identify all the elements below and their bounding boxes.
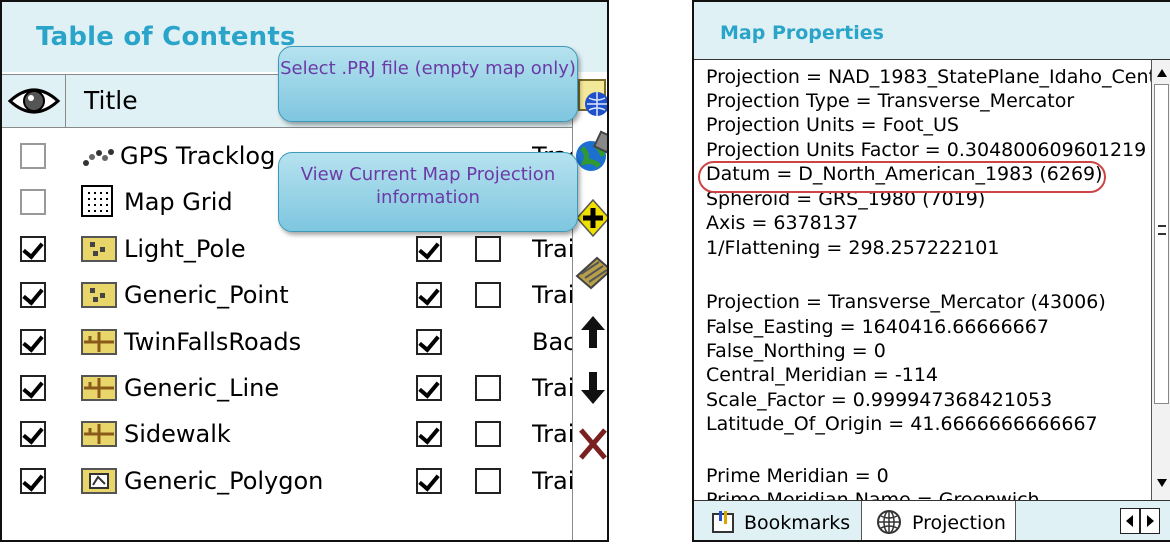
layer-selectable-checkbox[interactable] <box>416 282 442 308</box>
toc-title: Table of Contents <box>36 22 296 52</box>
projection-info-text: Projection = NAD_1983_StatePlane_Idaho_C… <box>694 59 1151 501</box>
projection-info-line: False_Easting = 1640416.66666667 <box>706 316 1049 338</box>
layer-name: Generic_Line <box>124 374 280 402</box>
layer-name: Map Grid <box>124 188 233 216</box>
layer-editable-checkbox[interactable] <box>475 421 501 447</box>
layer-selectable-checkbox[interactable] <box>416 421 442 447</box>
layer-visibility-checkbox[interactable] <box>20 236 46 262</box>
layer-selectable-checkbox[interactable] <box>416 375 442 401</box>
vertical-scrollbar[interactable] <box>1151 59 1170 501</box>
layer-editable-checkbox[interactable] <box>475 468 501 494</box>
projection-info-line: False_Northing = 0 <box>706 340 886 362</box>
line-layer-icon <box>81 421 117 447</box>
remove-layer-icon[interactable] <box>577 424 609 464</box>
layer-visibility-checkbox[interactable] <box>20 143 46 169</box>
layer-row-sidewalk[interactable]: Sidewalk Train <box>2 410 572 458</box>
layer-name: TwinFallsRoads <box>124 328 302 356</box>
layer-row-light-pole[interactable]: Light_Pole Train <box>2 225 572 273</box>
layer-editable-checkbox[interactable] <box>475 375 501 401</box>
line-layer-icon <box>81 375 117 401</box>
layer-visibility-checkbox[interactable] <box>20 329 46 355</box>
layer-type: Train <box>532 281 572 309</box>
add-layer-icon[interactable] <box>575 198 609 238</box>
scrollbar-thumb[interactable] <box>1154 84 1169 404</box>
chevron-right-icon <box>1147 515 1154 527</box>
map-properties-title: Map Properties <box>720 22 884 44</box>
layer-name: Light_Pole <box>124 235 246 263</box>
projection-info-line: Axis = 6378137 <box>706 212 859 234</box>
layer-visibility-checkbox[interactable] <box>20 189 46 215</box>
move-up-icon[interactable] <box>579 314 607 350</box>
polygon-layer-icon <box>81 468 117 494</box>
projection-info-line: Projection = NAD_1983_StatePlane_Idaho_C… <box>706 66 1151 88</box>
layer-name: GPS Tracklog <box>120 142 276 170</box>
line-layer-icon <box>81 329 117 355</box>
tab-projection[interactable]: Projection <box>862 501 1016 540</box>
tab-label: Bookmarks <box>744 512 851 534</box>
view-projection-icon[interactable] <box>573 130 609 176</box>
layer-type: Train <box>532 420 572 448</box>
layer-properties-icon[interactable] <box>573 252 609 292</box>
layer-row-generic-point[interactable]: Generic_Point Train <box>2 271 572 319</box>
chevron-left-icon <box>1126 515 1133 527</box>
select-prj-icon[interactable] <box>573 76 609 120</box>
toc-toolbar <box>572 74 609 540</box>
eye-icon <box>7 88 61 114</box>
tab-scroll-left-button[interactable] <box>1120 508 1140 534</box>
projection-info-line: Projection Units = Foot_US <box>706 114 959 136</box>
projection-info-line: Projection = Transverse_Mercator (43006) <box>706 291 1106 313</box>
title-column-header[interactable]: Title <box>84 86 138 115</box>
bookmarks-icon <box>712 511 734 533</box>
projection-info-line: Latitude_Of_Origin = 41.6666666666667 <box>706 413 1098 435</box>
layer-editable-checkbox[interactable] <box>475 282 501 308</box>
point-layer-icon <box>81 236 117 262</box>
layer-name: Generic_Polygon <box>124 467 324 495</box>
projection-info-line: Projection Type = Transverse_Mercator <box>706 90 1075 112</box>
layer-visibility-checkbox[interactable] <box>20 468 46 494</box>
layer-type: Train <box>532 235 572 263</box>
layer-visibility-checkbox[interactable] <box>20 282 46 308</box>
map-properties-panel: Map Properties Projection = NAD_1983_Sta… <box>692 0 1170 542</box>
point-layer-icon <box>81 282 117 308</box>
layer-row-twinfallsroads[interactable]: TwinFallsRoads Backg <box>2 318 572 366</box>
scroll-down-icon[interactable] <box>1156 478 1168 488</box>
tab-label: Projection <box>912 512 1006 534</box>
projection-info-line: Prime Meridian = 0 <box>706 465 889 487</box>
gps-tracklog-icon <box>83 149 114 166</box>
visibility-column-header[interactable] <box>2 75 66 127</box>
map-properties-tab-bar: Bookmarks Projection <box>694 500 1170 540</box>
layer-name: Generic_Point <box>124 281 289 309</box>
layer-selectable-checkbox[interactable] <box>416 236 442 262</box>
map-properties-title-bar: Map Properties <box>694 2 1170 59</box>
globe-icon <box>877 510 901 534</box>
view-projection-callout: View Current Map Projection information <box>278 152 578 232</box>
tab-scroll-right-button[interactable] <box>1140 508 1160 534</box>
layer-name: Sidewalk <box>124 420 231 448</box>
layer-type: Backg <box>532 328 572 356</box>
projection-info-line: Scale_Factor = 0.999947368421053 <box>706 389 1053 411</box>
layer-type: Train <box>532 467 572 495</box>
layer-row-generic-line[interactable]: Generic_Line Train <box>2 364 572 412</box>
tab-bookmarks[interactable]: Bookmarks <box>694 501 862 540</box>
select-prj-callout: Select .PRJ file (empty map only) <box>278 46 578 122</box>
layer-type: Train <box>532 374 572 402</box>
layer-selectable-checkbox[interactable] <box>416 468 442 494</box>
scroll-up-icon[interactable] <box>1156 68 1168 78</box>
datum-highlight-oval <box>698 161 1106 193</box>
table-of-contents-panel: Table of Contents Title T GPS Tracklog T… <box>0 0 609 542</box>
layer-editable-checkbox[interactable] <box>475 236 501 262</box>
projection-info-line: 1/Flattening = 298.257222101 <box>706 237 1000 259</box>
layer-selectable-checkbox[interactable] <box>416 329 442 355</box>
map-grid-icon <box>81 185 113 217</box>
projection-info-line: Central_Meridian = -114 <box>706 364 938 386</box>
layer-row-generic-polygon[interactable]: Generic_Polygon Train <box>2 457 572 505</box>
projection-info-line: Projection Units Factor = 0.304800609601… <box>706 139 1147 161</box>
move-down-icon[interactable] <box>579 370 607 406</box>
layer-visibility-checkbox[interactable] <box>20 421 46 447</box>
layer-visibility-checkbox[interactable] <box>20 375 46 401</box>
